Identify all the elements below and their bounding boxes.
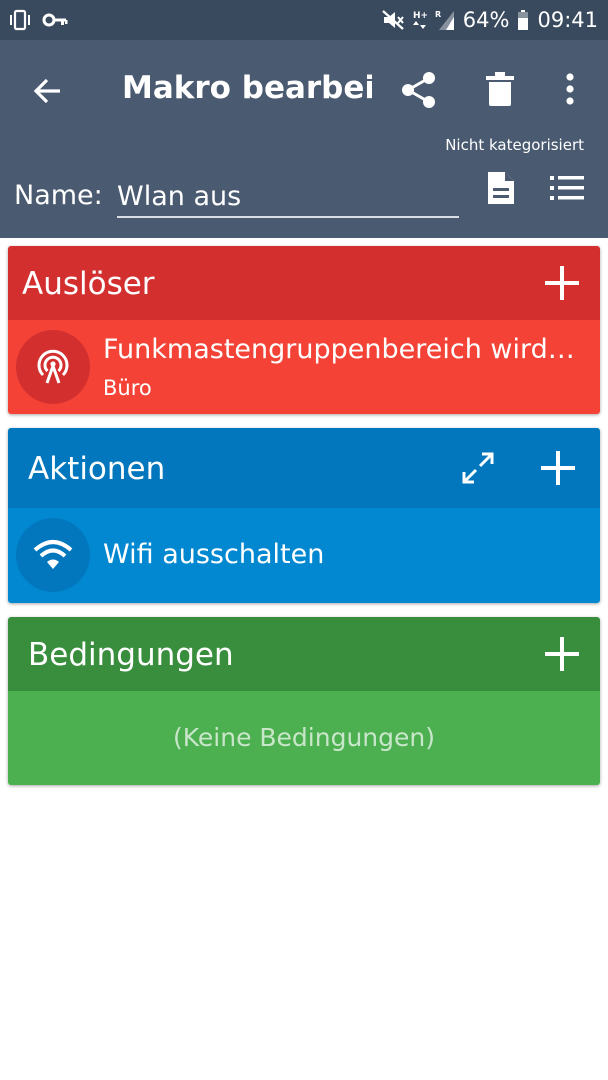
clock: 09:41 bbox=[537, 8, 598, 32]
plus-icon bbox=[545, 266, 579, 300]
conditions-empty-text: (Keine Bedingungen) bbox=[173, 723, 435, 752]
share-button[interactable] bbox=[400, 70, 438, 110]
wifi-icon bbox=[16, 518, 90, 592]
battery-icon bbox=[517, 9, 529, 31]
trigger-item-title: Funkmastengruppenbereich wird… bbox=[103, 334, 575, 365]
svg-text:R: R bbox=[435, 10, 441, 19]
action-item-title: Wifi ausschalten bbox=[103, 539, 325, 570]
triggers-card: Auslöser Funkmastengruppenbereich wird… … bbox=[8, 246, 600, 414]
vibrate-icon bbox=[8, 9, 32, 31]
conditions-title: Bedingungen bbox=[28, 637, 234, 673]
add-action-button[interactable] bbox=[539, 449, 577, 487]
vpn-key-icon bbox=[42, 10, 68, 30]
expand-actions-button[interactable] bbox=[460, 450, 496, 486]
svg-text:H+: H+ bbox=[413, 11, 427, 21]
cell-tower-icon bbox=[16, 330, 90, 404]
trigger-item-subtitle: Büro bbox=[103, 376, 152, 400]
trash-icon bbox=[486, 72, 514, 106]
document-icon bbox=[488, 172, 514, 204]
plus-icon bbox=[541, 451, 575, 485]
actions-card: Aktionen Wifi ausschalten bbox=[8, 428, 600, 603]
back-button[interactable] bbox=[30, 73, 66, 109]
list-icon bbox=[550, 176, 584, 200]
conditions-card: Bedingungen (Keine Bedingungen) bbox=[8, 617, 600, 785]
signal-icon: R bbox=[435, 9, 455, 31]
actions-header: Aktionen bbox=[8, 428, 600, 508]
conditions-header: Bedingungen bbox=[8, 617, 600, 691]
battery-text: 64% bbox=[462, 8, 510, 32]
conditions-empty: (Keine Bedingungen) bbox=[8, 691, 600, 785]
status-bar: H+ R 64% 09:41 bbox=[0, 0, 608, 40]
name-input[interactable] bbox=[117, 176, 459, 218]
add-condition-button[interactable] bbox=[543, 635, 581, 673]
delete-button[interactable] bbox=[484, 70, 516, 110]
name-label: Name: bbox=[14, 180, 103, 211]
triggers-header: Auslöser bbox=[8, 246, 600, 320]
add-trigger-button[interactable] bbox=[543, 264, 581, 302]
mute-icon bbox=[381, 9, 405, 31]
plus-icon bbox=[545, 637, 579, 671]
page-title: Makro bearbei… bbox=[122, 70, 372, 106]
hplus-network-icon: H+ bbox=[412, 9, 427, 31]
share-icon bbox=[402, 72, 435, 108]
action-item[interactable]: Wifi ausschalten bbox=[8, 508, 600, 603]
overflow-menu-button[interactable] bbox=[560, 70, 580, 110]
triggers-title: Auslöser bbox=[22, 266, 155, 302]
expand-icon bbox=[462, 452, 494, 484]
actions-title: Aktionen bbox=[28, 451, 166, 487]
app-bar: Makro bearbei… Nicht kategorisiert Name: bbox=[0, 40, 608, 238]
local-variables-button[interactable] bbox=[550, 174, 584, 202]
trigger-item[interactable]: Funkmastengruppenbereich wird… Büro bbox=[8, 320, 600, 414]
more-vert-icon bbox=[566, 73, 574, 105]
category-label[interactable]: Nicht kategorisiert bbox=[445, 136, 584, 154]
arrow-back-icon bbox=[33, 78, 60, 104]
description-button[interactable] bbox=[486, 170, 516, 206]
